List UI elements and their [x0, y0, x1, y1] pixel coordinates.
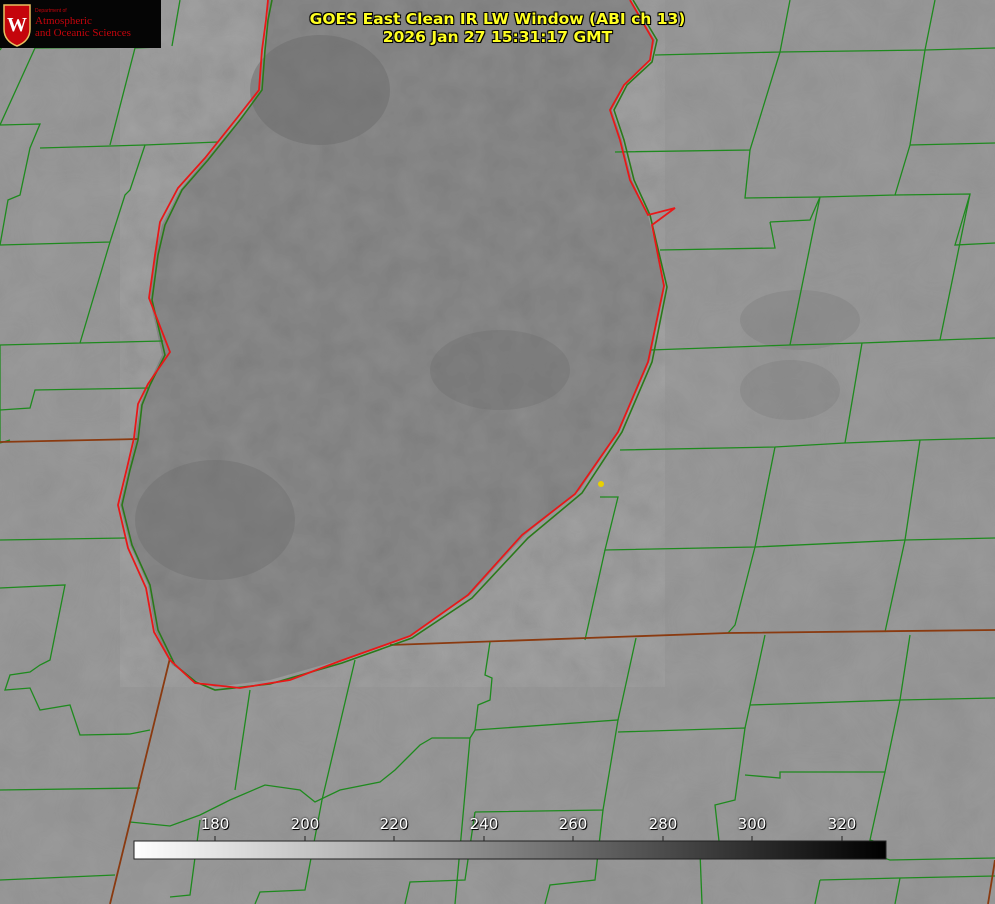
- logo-name-line1: Atmospheric: [35, 15, 92, 27]
- colorbar-tick-label: 300: [737, 815, 767, 833]
- uw-aos-logo: W Department of Atmospheric and Oceanic …: [0, 0, 161, 48]
- ir-imagery-map: [0, 0, 995, 904]
- colorbar-tick-label: 320: [827, 815, 857, 833]
- colorbar-tick-label: 220: [379, 815, 409, 833]
- satellite-map: 180 200 220 240 260 280 300 320 GOES Eas…: [0, 0, 995, 904]
- dark-cloud-patch: [740, 290, 860, 350]
- colorbar-gradient: [133, 840, 887, 860]
- logo-department-line: Department of: [35, 8, 67, 14]
- colorbar-tick-label: 260: [558, 815, 588, 833]
- dark-cloud-patch: [740, 360, 840, 420]
- colorbar-tick-label: 200: [290, 815, 320, 833]
- dark-cloud-patch: [135, 460, 295, 580]
- colorbar-tick-label: 240: [469, 815, 499, 833]
- location-marker: [598, 481, 604, 487]
- uw-crest-icon: W: [3, 4, 31, 47]
- colorbar-tick-label: 280: [648, 815, 678, 833]
- logo-name-line2: and Oceanic Sciences: [35, 27, 131, 39]
- dark-cloud-patch: [430, 330, 570, 410]
- dark-cloud-patch: [250, 35, 390, 145]
- svg-text:W: W: [7, 14, 27, 36]
- colorbar-tick-label: 180: [200, 815, 230, 833]
